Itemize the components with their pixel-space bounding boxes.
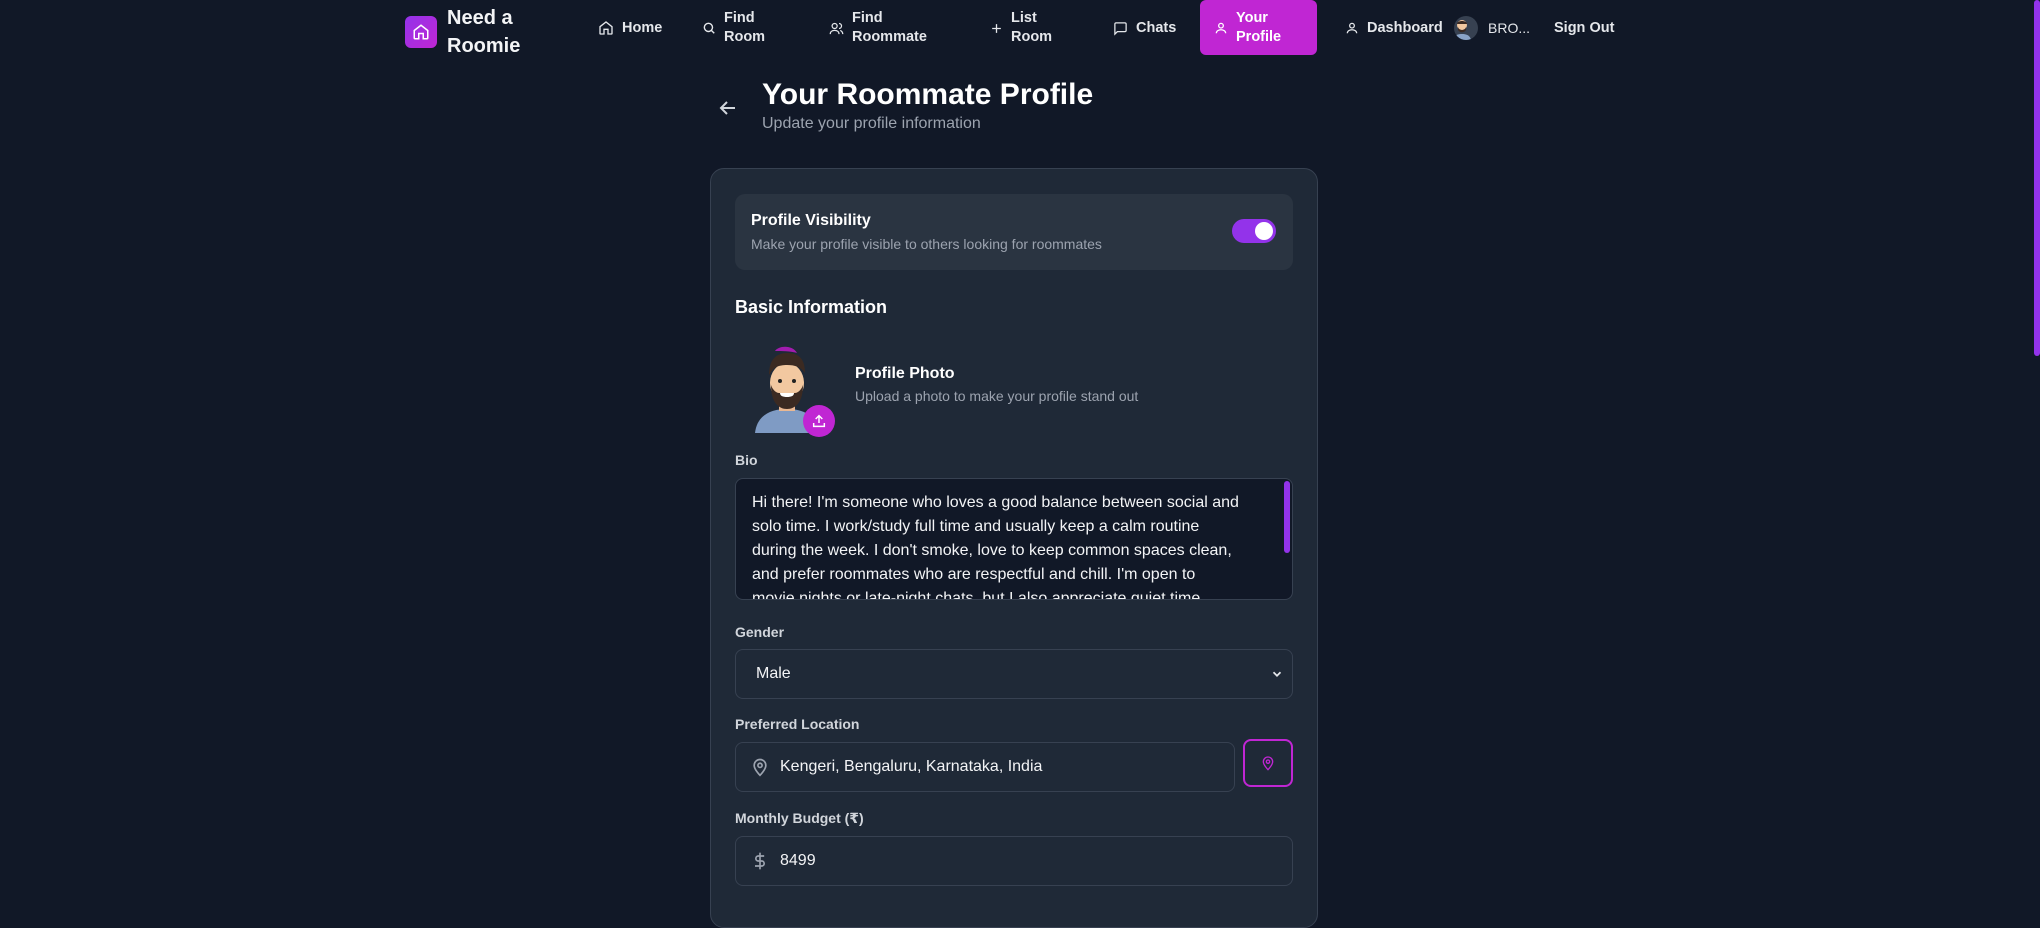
nav-list-room[interactable]: List Room: [990, 0, 1053, 56]
avatar: [1454, 16, 1478, 40]
chevron-down-icon: [1272, 671, 1282, 677]
nav-dashboard[interactable]: Dashboard: [1345, 0, 1443, 56]
arrow-left-icon: [719, 101, 735, 115]
map-pin-icon: [1262, 756, 1274, 771]
brand-name: Need a Roomie: [447, 7, 521, 57]
nav-find-room-label: Find Room: [724, 10, 766, 45]
detect-location-button[interactable]: [1243, 739, 1293, 787]
nav-home[interactable]: Home: [598, 0, 662, 56]
user-icon: [1215, 22, 1227, 33]
nav-find-room[interactable]: Find Room: [702, 0, 772, 56]
visibility-title: Profile Visibility: [751, 212, 871, 229]
bio-textarea[interactable]: Hi there! I'm someone who loves a good b…: [735, 478, 1293, 600]
location-label: Preferred Location: [735, 716, 860, 732]
user-name: BRO...: [1488, 19, 1531, 36]
basic-info-title: Basic Information: [735, 297, 888, 317]
visibility-subtitle: Make your profile visible to others look…: [751, 236, 1102, 252]
map-pin-icon: [753, 758, 767, 777]
page-scrollbar[interactable]: [2034, 0, 2040, 356]
page-subtitle: Update your profile information: [762, 115, 981, 132]
nav-list-room-label: List Room: [1011, 10, 1053, 45]
top-nav: Need a Roomie Home Find Room Find Roomma…: [0, 0, 2040, 57]
nav-dashboard-label: Dashboard: [1367, 19, 1443, 36]
home-icon: [599, 21, 613, 35]
upload-photo-button[interactable]: [803, 405, 835, 437]
profile-form-card: Profile Visibility Make your profile vis…: [710, 168, 1318, 928]
plus-icon: [992, 23, 1001, 33]
bio-text: Hi there! I'm someone who loves a good b…: [752, 494, 1239, 600]
gender-label: Gender: [735, 624, 785, 640]
profile-visibility-panel: Profile Visibility Make your profile vis…: [735, 194, 1293, 270]
nav-your-profile[interactable]: Your Profile: [1200, 0, 1317, 55]
page-title: Your Roommate Profile: [762, 78, 1094, 111]
chat-icon: [1114, 21, 1127, 36]
bio-label: Bio: [735, 452, 758, 468]
brand[interactable]: Need a Roomie: [405, 4, 527, 60]
budget-label: Monthly Budget (₹): [735, 810, 864, 826]
gender-value: Male: [756, 665, 791, 682]
sign-out-button[interactable]: Sign Out: [1554, 0, 1614, 56]
user-icon: [1346, 22, 1358, 34]
photo-subtitle: Upload a photo to make your profile stan…: [855, 388, 1139, 404]
search-icon: [703, 22, 715, 34]
back-button[interactable]: [716, 96, 740, 120]
nav-find-roommate-label: Find Roommate: [852, 10, 927, 45]
nav-find-roommate[interactable]: Find Roommate: [829, 0, 929, 56]
location-input[interactable]: Kengeri, Bengaluru, Karnataka, India: [735, 742, 1235, 792]
visibility-toggle[interactable]: [1232, 219, 1276, 243]
upload-icon: [812, 414, 826, 428]
budget-value: 8499: [780, 852, 816, 869]
nav-chats-label: Chats: [1136, 19, 1177, 36]
dollar-icon: [755, 852, 765, 870]
nav-chats[interactable]: Chats: [1113, 0, 1176, 56]
users-icon: [829, 22, 844, 34]
user-menu[interactable]: BRO...: [1454, 0, 1530, 56]
sign-out-label: Sign Out: [1554, 19, 1615, 36]
toggle-knob: [1255, 222, 1273, 240]
budget-input[interactable]: 8499: [735, 836, 1293, 886]
bio-scrollbar[interactable]: [1284, 481, 1290, 553]
nav-home-label: Home: [622, 19, 663, 36]
photo-title: Profile Photo: [855, 365, 955, 382]
location-value: Kengeri, Bengaluru, Karnataka, India: [780, 758, 1043, 775]
home-logo-icon: [405, 16, 437, 48]
nav-your-profile-label: Your Profile: [1236, 9, 1282, 45]
gender-select[interactable]: Male: [735, 649, 1293, 699]
